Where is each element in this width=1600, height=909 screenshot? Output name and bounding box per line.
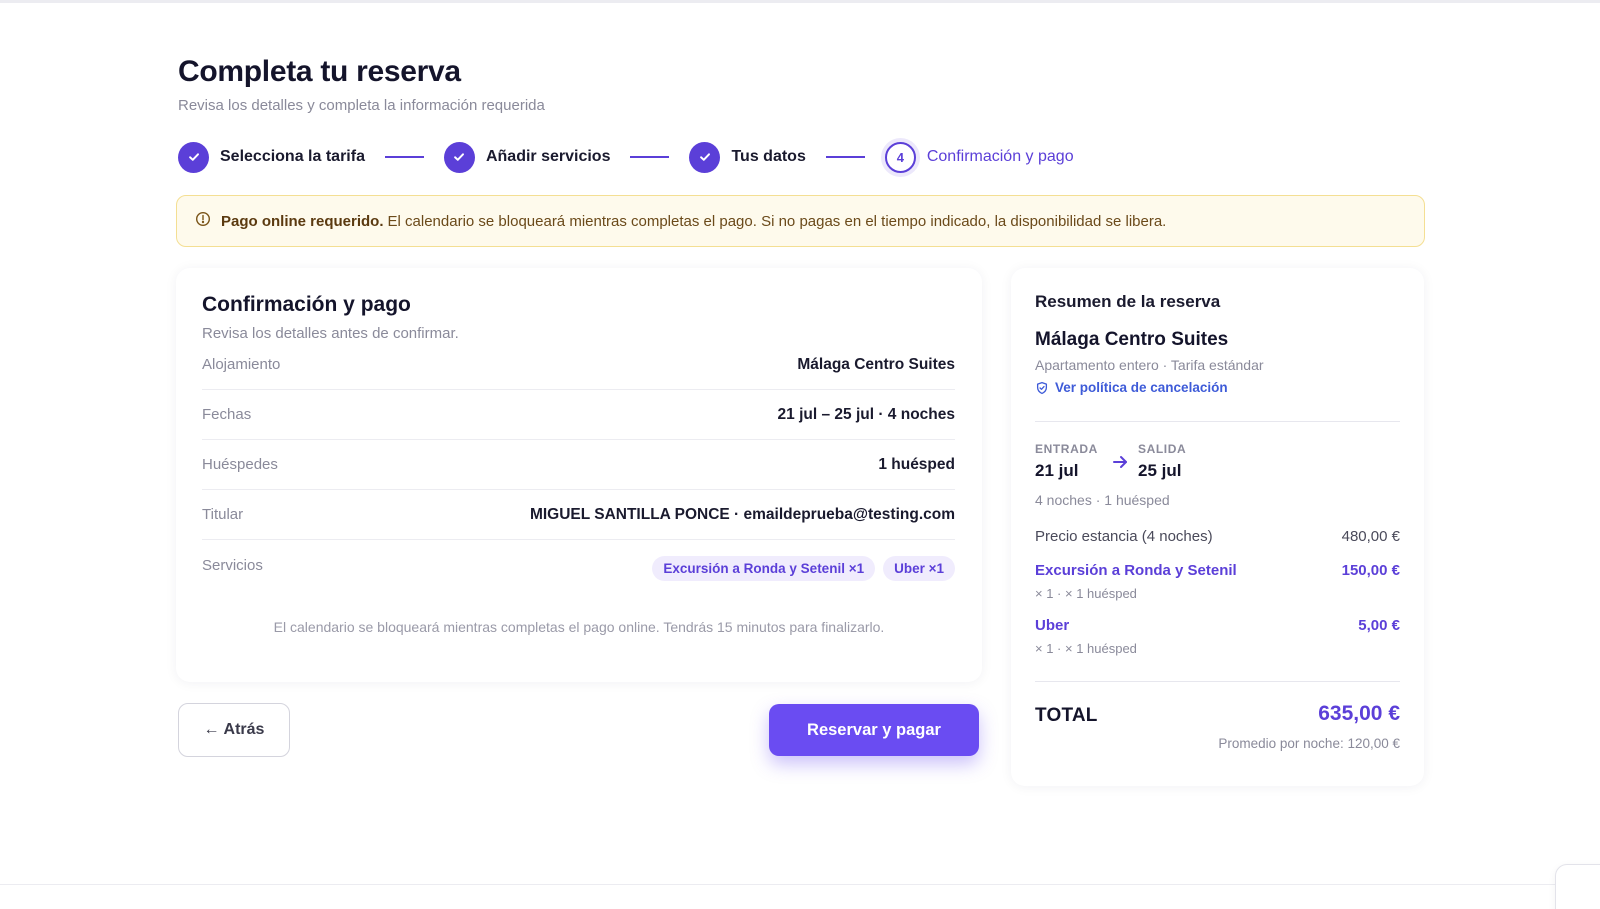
step-connector [384,156,424,158]
step-add-services[interactable]: Añadir servicios [443,141,611,173]
checkout-date: 25 jul [1138,461,1182,480]
step-your-details[interactable]: Tus datos [689,141,806,173]
service-line: Uber 5,00 € [1035,617,1400,634]
line-label: Precio estancia (4 noches) [1035,528,1213,545]
info-icon [195,211,211,226]
arrow-right-icon [1113,456,1127,468]
policy-link-label: Ver política de cancelación [1055,380,1228,395]
summary-divider [1035,681,1400,682]
confirmation-card: Confirmación y pago Revisa los detalles … [176,268,982,682]
average-per-night: Promedio por noche: 120,00 € [1218,736,1400,751]
checkin-block: ENTRADA 21 jul [1035,442,1098,481]
service-price: 150,00 € [1341,562,1400,579]
checkout-caption: SALIDA [1138,442,1187,456]
checkin-caption: ENTRADA [1035,442,1098,456]
checkout-stepper: Selecciona la tarifa Añadir servicios Tu… [178,141,1074,173]
row-label: Fechas [202,406,252,423]
summary-divider [1035,421,1400,422]
cancellation-policy-link[interactable]: Ver política de cancelación [1035,380,1228,395]
step-select-rate[interactable]: Selecciona la tarifa [178,141,365,173]
check-icon [689,141,721,173]
check-icon [443,141,475,173]
detail-row-services: Servicios Excursión a Ronda y Setenil ×1… [202,540,955,590]
card-title: Confirmación y pago [202,293,411,316]
row-value: 1 huésped [878,455,955,473]
stay-info: 4 noches · 1 huésped [1035,492,1170,508]
alert-title: Pago online requerido. [221,212,384,230]
step-label: Tus datos [731,148,806,165]
line-value: 480,00 € [1341,528,1400,545]
step-label: Añadir servicios [485,148,611,165]
service-name: Excursión a Ronda y Setenil [1035,562,1237,579]
step-confirmation: 4 Confirmación y pago [884,141,1074,173]
row-value: Málaga Centro Suites [797,355,955,373]
row-value: 21 jul – 25 jul · 4 noches [777,405,955,423]
checkout-block: SALIDA 25 jul [1138,442,1186,481]
total-label: TOTAL [1035,705,1098,726]
payment-note: El calendario se bloqueará mientras comp… [273,619,885,635]
row-label: Titular [202,506,244,523]
top-border [0,0,1600,3]
services-chips: Excursión a Ronda y Setenil ×1 Uber ×1 [652,555,955,581]
row-label: Servicios [202,556,263,574]
step-label: Selecciona la tarifa [220,148,365,165]
stay-price-line: Precio estancia (4 noches) 480,00 € [1035,528,1400,545]
shield-check-icon [1036,381,1048,394]
alert-text: El calendario se bloqueará mientras comp… [387,212,1167,230]
book-and-pay-button[interactable]: Reservar y pagar [769,704,979,756]
detail-row-holder: Titular MIGUEL SANTILLA PONCE · emaildep… [202,490,955,540]
detail-row-accommodation: Alojamiento Málaga Centro Suites [202,340,955,390]
footer-border [0,884,1600,885]
detail-row-guests: Huéspedes 1 huésped [202,440,955,490]
row-label: Alojamiento [202,356,281,373]
step-label: Confirmación y pago [926,148,1074,165]
service-chip: Excursión a Ronda y Setenil ×1 [652,555,876,581]
summary-heading: Resumen de la reserva [1035,292,1221,311]
corner-widget[interactable] [1555,864,1600,909]
service-meta: × 1 · × 1 huésped [1035,641,1137,656]
details-list: Alojamiento Málaga Centro Suites Fechas … [202,340,955,590]
back-button[interactable]: ← Atrás [178,703,290,757]
service-meta: × 1 · × 1 huésped [1035,586,1137,601]
check-icon [178,141,209,173]
page-title: Completa tu reserva [178,55,461,88]
row-label: Huéspedes [202,456,278,473]
service-line: Excursión a Ronda y Setenil 150,00 € [1035,562,1400,579]
step-connector [630,156,670,158]
back-label: Atrás [223,721,265,738]
arrow-left-icon: ← [203,721,220,738]
service-name: Uber [1035,617,1070,634]
property-name: Málaga Centro Suites [1035,329,1229,350]
checkin-date: 21 jul [1035,461,1079,480]
payment-alert: Pago online requerido. El calendario se … [176,195,1425,247]
service-price: 5,00 € [1358,617,1400,634]
booking-summary: Resumen de la reserva Málaga Centro Suit… [1011,268,1424,786]
total-value: 635,00 € [1318,702,1400,725]
property-subtitle: Apartamento entero · Tarifa estándar [1035,357,1264,373]
step-number: 4 [884,141,916,173]
row-value: MIGUEL SANTILLA PONCE · emaildeprueba@te… [529,505,955,523]
step-connector [825,156,865,158]
service-chip: Uber ×1 [883,555,955,581]
detail-row-dates: Fechas 21 jul – 25 jul · 4 noches [202,390,955,440]
page-subtitle: Revisa los detalles y completa la inform… [178,97,545,114]
